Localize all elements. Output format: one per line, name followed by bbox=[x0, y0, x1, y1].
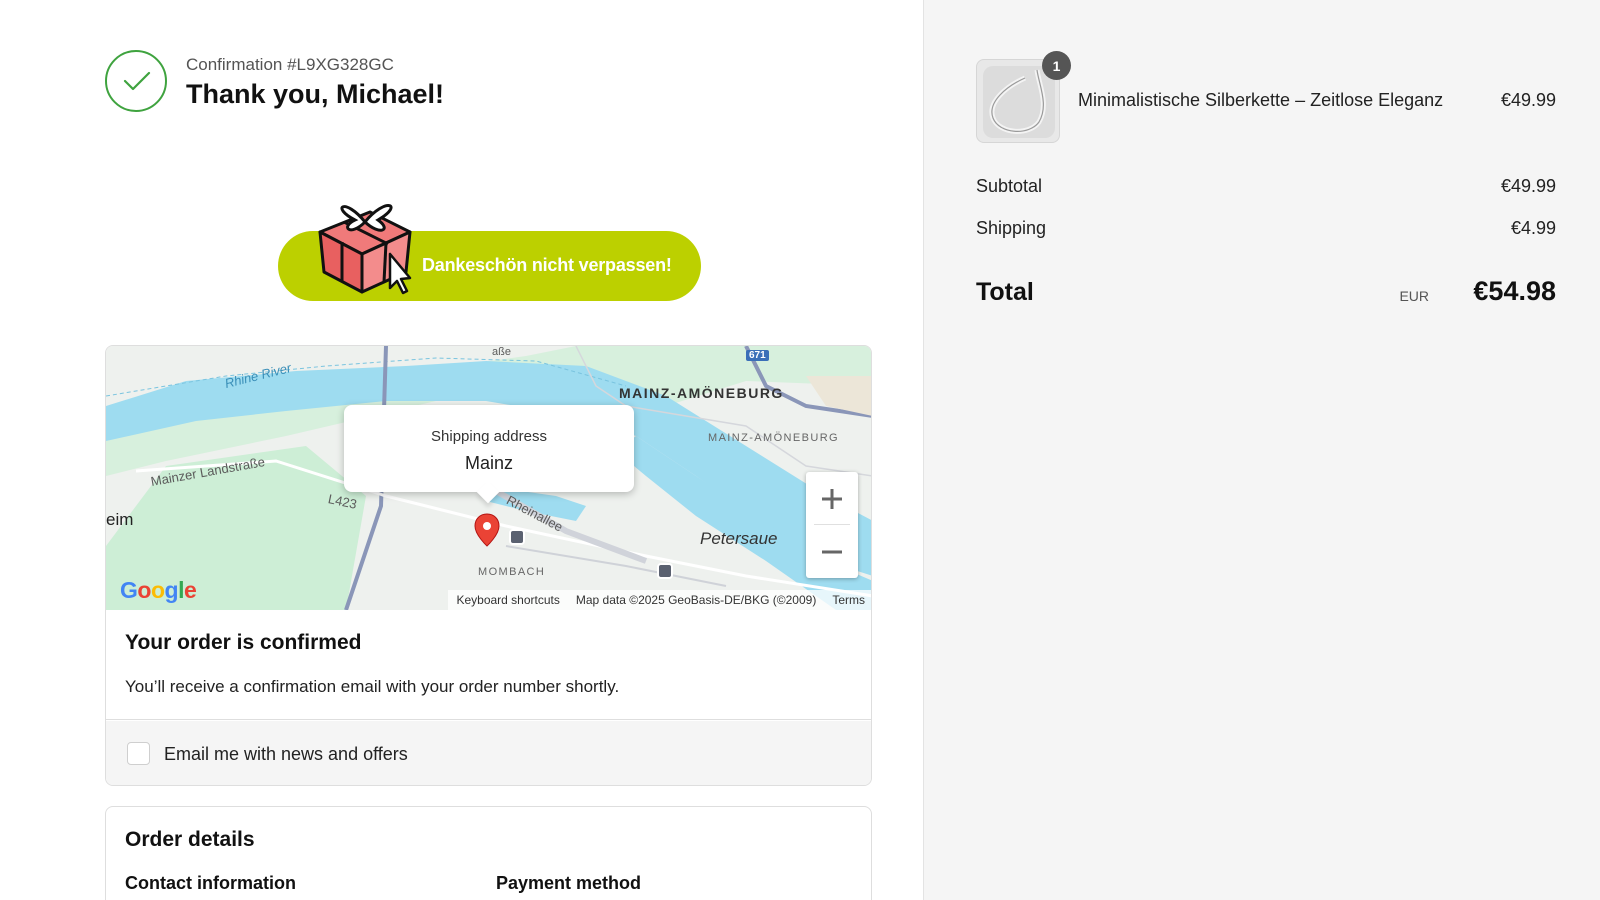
product-price: €49.99 bbox=[1500, 90, 1556, 110]
subtotal-label: Subtotal bbox=[976, 176, 1043, 196]
zoom-out-button[interactable] bbox=[806, 525, 858, 578]
banner-text: Dankeschön nicht verpassen! bbox=[422, 255, 672, 275]
total-label: Total bbox=[976, 278, 1034, 306]
order-confirmed-section: Your order is confirmed You’ll receive a… bbox=[106, 610, 871, 720]
main-column: Confirmation #L9XG328GC Thank you, Micha… bbox=[0, 0, 923, 900]
map-area-label: MAINZ-AMÖNEBURG bbox=[619, 385, 784, 401]
minus-icon bbox=[822, 550, 842, 553]
keyboard-shortcuts-link[interactable]: Keyboard shortcuts bbox=[456, 593, 559, 607]
total-value: €54.98 bbox=[1473, 276, 1556, 306]
map-district-label: MOMBACH bbox=[478, 566, 546, 578]
quantity-badge: 1 bbox=[1042, 51, 1071, 80]
transit-icon bbox=[657, 563, 673, 579]
success-check-icon bbox=[105, 50, 167, 112]
map-zoom-controls bbox=[806, 472, 858, 578]
map-island-label: Petersaue bbox=[700, 529, 778, 548]
popup-title: Shipping address bbox=[431, 428, 547, 445]
map-place-label: eim bbox=[106, 510, 134, 529]
newsletter-label[interactable]: Email me with news and offers bbox=[164, 744, 408, 765]
order-details-title: Order details bbox=[125, 828, 255, 851]
confirmation-number: Confirmation #L9XG328GC bbox=[186, 55, 394, 74]
total-currency: EUR bbox=[1399, 288, 1429, 304]
shipping-value: €4.99 bbox=[1510, 218, 1556, 238]
highway-shield: 671 bbox=[746, 350, 769, 361]
payment-method-heading: Payment method bbox=[496, 873, 642, 893]
subtotal-value: €49.99 bbox=[1500, 176, 1556, 196]
map-attribution: Keyboard shortcuts Map data ©2025 GeoBas… bbox=[448, 590, 871, 610]
transit-icon bbox=[509, 529, 525, 545]
order-details-card: Order details Contact information Paymen… bbox=[105, 806, 872, 900]
map-road-label: aße bbox=[492, 346, 511, 358]
zoom-divider bbox=[814, 524, 850, 525]
order-confirmed-text: You’ll receive a confirmation email with… bbox=[125, 677, 620, 696]
gift-icon bbox=[318, 204, 412, 295]
shipping-address-popup: Shipping address Mainz bbox=[344, 405, 634, 504]
google-logo[interactable]: Google bbox=[120, 577, 197, 604]
shipping-map[interactable]: Rhine River MAINZ-AMÖNEBURG MAINZ-AMÖNEB… bbox=[106, 346, 871, 610]
order-confirmed-title: Your order is confirmed bbox=[125, 631, 362, 654]
map-pin-icon bbox=[474, 513, 500, 547]
plus-icon bbox=[822, 488, 842, 509]
order-summary: 1 Minimalistische Silberkette – Zeitlose… bbox=[923, 0, 1600, 900]
map-data-text: Map data ©2025 GeoBasis-DE/BKG (©2009) bbox=[575, 593, 817, 607]
map-district-label: MAINZ-AMÖNEBURG bbox=[708, 432, 839, 444]
contact-information-heading: Contact information bbox=[125, 873, 296, 893]
newsletter-checkbox[interactable] bbox=[127, 742, 150, 765]
product-name: Minimalistische Silberkette – Zeitlose E… bbox=[1078, 90, 1444, 110]
shipping-label: Shipping bbox=[976, 218, 1047, 238]
page-title: Thank you, Michael! bbox=[186, 79, 445, 109]
zoom-in-button[interactable] bbox=[806, 472, 858, 525]
terms-link[interactable]: Terms bbox=[832, 593, 865, 607]
popup-city: Mainz bbox=[464, 453, 513, 473]
confirmation-card: Rhine River MAINZ-AMÖNEBURG MAINZ-AMÖNEB… bbox=[105, 345, 872, 786]
newsletter-section: Email me with news and offers bbox=[106, 721, 871, 785]
